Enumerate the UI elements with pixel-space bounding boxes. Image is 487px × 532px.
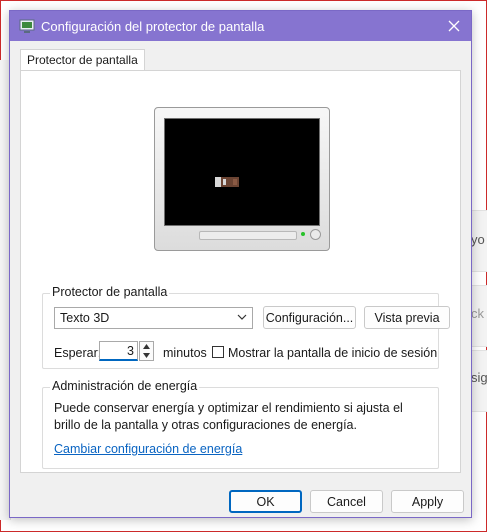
close-button[interactable] [437,11,471,41]
spin-down-button[interactable] [140,351,153,360]
tab-strip: Protector de pantalla [20,49,145,71]
tab-panel: Protector de pantalla Texto 3D Configura… [20,70,461,473]
energy-description: Puede conservar energía y optimizar el r… [54,401,403,432]
screensaver-select-value: Texto 3D [60,311,110,325]
minutes-label: minutos [163,346,207,360]
energy-group: Administración de energía Puede conserva… [42,379,439,469]
chevron-down-icon [237,314,247,320]
show-logon-checkbox[interactable] [212,346,224,358]
title-bar[interactable]: Configuración del protector de pantalla [10,11,471,41]
window-title: Configuración del protector de pantalla [41,19,265,34]
show-logon-label[interactable]: Mostrar la pantalla de inicio de sesión … [228,346,440,360]
wait-label: Esperar: [54,346,102,360]
preview-screen [164,118,320,226]
caret-up-icon [143,344,150,349]
tab-screensaver[interactable]: Protector de pantalla [20,49,145,71]
background-text: yo [471,232,485,247]
background-text: ck [471,306,484,321]
power-button-graphic [310,229,321,240]
wait-minutes-input[interactable]: 3 [99,341,138,361]
settings-button[interactable]: Configuración... [263,306,356,329]
close-icon [448,20,460,32]
monitor-preview [154,107,330,251]
preview-button[interactable]: Vista previa [364,306,450,329]
apply-button[interactable]: Apply [391,490,464,513]
monitor-base [199,231,297,240]
ok-button[interactable]: OK [229,490,302,513]
screensaver-group-label: Protector de pantalla [50,285,170,299]
change-power-settings-link[interactable]: Cambiar configuración de energía [54,442,242,456]
power-led [301,232,305,236]
spin-up-button[interactable] [140,342,153,351]
energy-group-label: Administración de energía [50,379,200,393]
cancel-button[interactable]: Cancel [310,490,383,513]
monitor-app-icon [19,18,35,34]
screensaver-select[interactable]: Texto 3D [54,307,253,329]
screensaver-settings-dialog: Configuración del protector de pantalla … [9,10,472,518]
screensaver-group: Protector de pantalla Texto 3D Configura… [42,285,450,369]
caret-down-icon [143,353,150,358]
3d-text-preview-graphic [215,177,239,187]
background-text: sig [471,370,487,385]
wait-minutes-spinner[interactable] [139,341,154,361]
